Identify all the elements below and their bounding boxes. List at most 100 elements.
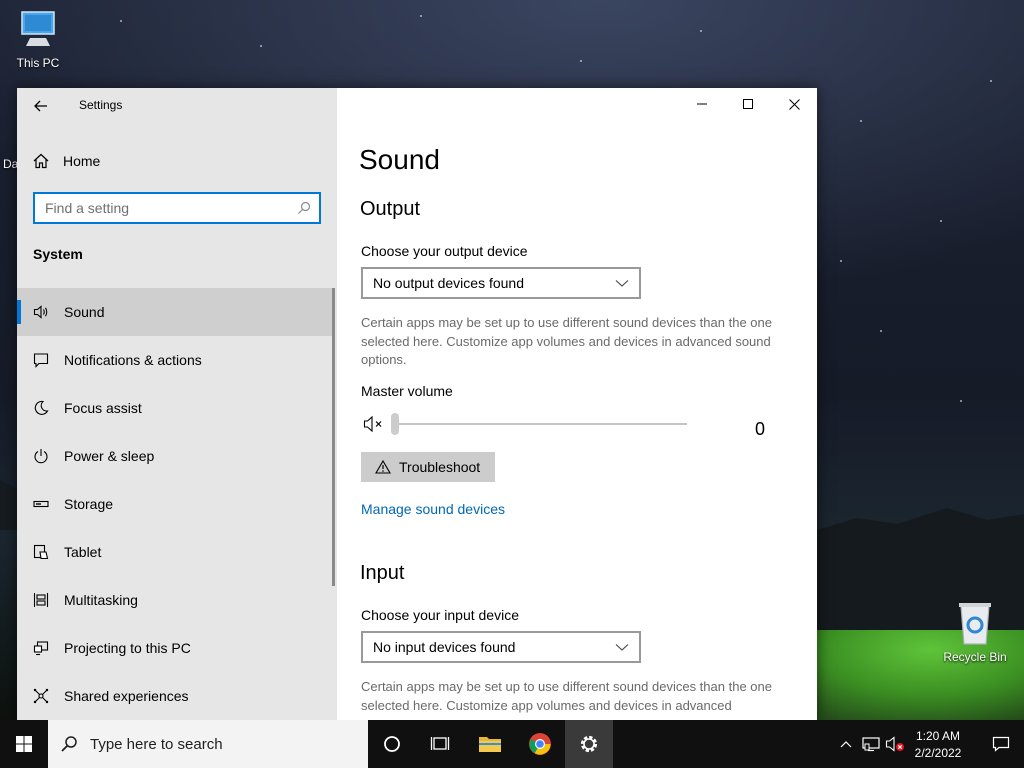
page-title: Sound: [359, 144, 440, 175]
sidebar-item-focus-assist[interactable]: Focus assist: [17, 384, 335, 432]
storage-icon: [33, 496, 49, 512]
home-label: Home: [63, 153, 101, 169]
settings-window: Settings Home System Sound Notifications…: [17, 88, 817, 720]
sidebar-item-label: Tablet: [64, 544, 102, 560]
settings-search-input[interactable]: [35, 200, 285, 216]
volume-tray-button[interactable]: [884, 720, 906, 768]
maximize-button[interactable]: [725, 88, 771, 120]
desktop-icon-recycle-bin[interactable]: Recycle Bin: [937, 600, 1013, 664]
troubleshoot-label: Troubleshoot: [399, 459, 481, 475]
warning-icon: [375, 460, 391, 474]
master-volume-slider-thumb[interactable]: [391, 413, 399, 435]
output-description: Certain apps may be set up to use differ…: [361, 315, 772, 367]
close-button[interactable]: [771, 88, 817, 120]
settings-search-box[interactable]: [33, 192, 321, 224]
manage-sound-devices-link[interactable]: Manage sound devices: [361, 501, 505, 517]
master-volume-slider-track[interactable]: [395, 423, 687, 425]
input-description: Certain apps may be set up to use differ…: [361, 679, 772, 713]
section-label: System: [33, 246, 83, 262]
cortana-circle-icon: [384, 736, 400, 752]
sidebar-scrollbar[interactable]: [332, 288, 335, 586]
back-arrow-icon: [34, 100, 47, 112]
sidebar-item-tablet[interactable]: Tablet: [17, 528, 335, 576]
sidebar-item-label: Multitasking: [64, 592, 138, 608]
action-center-icon: [992, 736, 1010, 752]
cortana-button[interactable]: [368, 720, 416, 768]
chevron-down-icon: [615, 644, 629, 651]
star: [880, 330, 882, 332]
moon-icon: [33, 400, 49, 416]
file-explorer-button[interactable]: [466, 720, 514, 768]
output-device-label: Choose your output device: [361, 243, 528, 259]
network-tray-button[interactable]: [860, 720, 882, 768]
minimize-icon: [697, 103, 707, 105]
sidebar-item-storage[interactable]: Storage: [17, 480, 335, 528]
sidebar-item-label: Focus assist: [64, 400, 142, 416]
output-device-dropdown[interactable]: No output devices found: [361, 267, 641, 299]
speaker-muted-icon[interactable]: [363, 415, 385, 433]
speaker-icon: [33, 304, 49, 320]
master-volume-value: 0: [755, 419, 766, 439]
clock-date: 2/2/2022: [914, 746, 962, 760]
sidebar-item-projecting[interactable]: Projecting to this PC: [17, 624, 335, 672]
chrome-button[interactable]: [516, 720, 564, 768]
settings-taskbar-button[interactable]: [565, 720, 613, 768]
troubleshoot-button[interactable]: Troubleshoot: [361, 452, 495, 482]
output-heading: Output: [360, 198, 421, 220]
master-volume-label: Master volume: [361, 383, 453, 399]
dropdown-value: No output devices found: [373, 275, 524, 291]
sidebar-item-multitasking[interactable]: Multitasking: [17, 576, 335, 624]
star: [960, 400, 962, 402]
star: [120, 20, 122, 22]
back-button[interactable]: [27, 92, 55, 120]
star: [700, 30, 702, 32]
taskbar-search-box[interactable]: Type here to search: [48, 720, 368, 768]
home-icon: [33, 153, 49, 169]
close-icon: [788, 98, 800, 110]
sidebar-item-label: Notifications & actions: [64, 352, 202, 368]
speaker-muted-icon: [885, 736, 904, 752]
dropdown-value: No input devices found: [373, 639, 516, 655]
start-button[interactable]: [0, 720, 48, 768]
tablet-icon: [33, 544, 49, 560]
desktop-icon-this-pc[interactable]: This PC: [0, 8, 76, 70]
search-icon: [298, 201, 311, 214]
chrome-icon: [529, 733, 551, 755]
input-device-dropdown[interactable]: No input devices found: [361, 631, 641, 663]
sidebar-item-sound[interactable]: Sound: [17, 288, 335, 336]
star: [420, 15, 422, 17]
chevron-down-icon: [615, 280, 629, 287]
search-icon: [61, 736, 77, 752]
gear-icon: [580, 735, 598, 753]
sidebar-nav: Sound Notifications & actions Focus assi…: [17, 288, 335, 720]
windows-logo-icon: [16, 736, 32, 752]
sidebar-item-power-sleep[interactable]: Power & sleep: [17, 432, 335, 480]
chevron-up-icon: [840, 741, 852, 748]
sidebar-item-label: Power & sleep: [64, 448, 155, 464]
input-device-label: Choose your input device: [361, 607, 519, 623]
show-hidden-icons-button[interactable]: [836, 720, 856, 768]
network-icon: [862, 737, 880, 752]
taskbar-clock[interactable]: 1:20 AM 2/2/2022: [906, 728, 970, 762]
task-view-button[interactable]: [416, 720, 464, 768]
folder-icon: [479, 737, 501, 752]
star: [840, 260, 842, 262]
app-title: Settings: [79, 98, 123, 112]
input-heading: Input: [360, 562, 405, 584]
recycle-bin-icon: [959, 603, 991, 645]
home-nav-item[interactable]: Home: [33, 148, 100, 174]
minimize-button[interactable]: [679, 88, 725, 120]
sidebar-item-label: Shared experiences: [64, 688, 189, 704]
sidebar-item-label: Sound: [64, 304, 105, 320]
taskbar-search-placeholder: Type here to search: [90, 735, 223, 753]
sidebar-item-label: Projecting to this PC: [64, 640, 191, 656]
star: [260, 45, 262, 47]
star: [990, 80, 992, 82]
sidebar-item-shared-experiences[interactable]: Shared experiences: [17, 672, 335, 720]
multitasking-icon: [33, 592, 49, 608]
action-center-button[interactable]: [978, 720, 1024, 768]
star: [940, 220, 942, 222]
maximize-icon: [743, 99, 753, 109]
desktop-icon-label: Recycle Bin: [943, 650, 1007, 664]
sidebar-item-notifications[interactable]: Notifications & actions: [17, 336, 335, 384]
